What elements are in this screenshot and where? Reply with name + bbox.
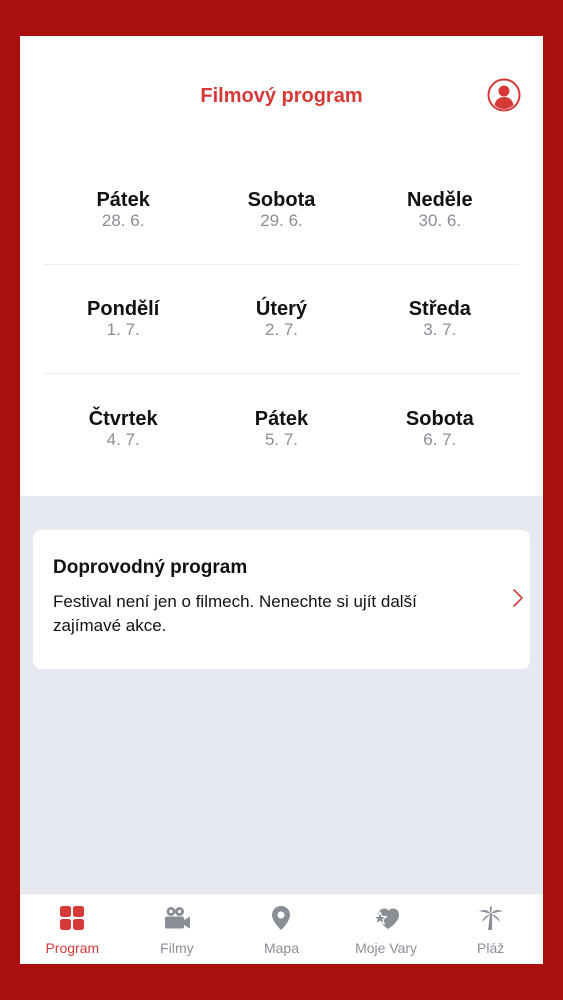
day-cell[interactable]: Čtvrtek 4. 7. — [44, 374, 202, 483]
user-icon — [487, 78, 521, 112]
profile-button[interactable] — [487, 78, 521, 112]
day-date: 2. 7. — [264, 320, 299, 339]
day-cell[interactable]: Neděle 30. 6. — [361, 156, 519, 264]
day-grid: Pátek 28. 6. Sobota 29. 6. Neděle 30. 6.… — [20, 156, 543, 496]
app-screen: Filmový program Pátek 28. 6. Sobota 29. … — [20, 36, 543, 964]
day-name: Středa — [408, 298, 471, 320]
card-title: Doprovodný program — [53, 557, 248, 578]
day-name: Pondělí — [87, 298, 160, 320]
day-date: 30. 6. — [418, 211, 462, 230]
tab-filmy[interactable]: Filmy — [125, 894, 230, 964]
day-date: 5. 7. — [264, 429, 299, 449]
heart-star-icon — [372, 908, 400, 929]
day-date: 1. 7. — [106, 320, 140, 339]
day-row: Čtvrtek 4. 7. Pátek 5. 7. Sobota 6. 7. — [44, 374, 519, 483]
day-cell[interactable]: Sobota 6. 7. — [361, 374, 519, 483]
header: Filmový program — [20, 36, 543, 156]
day-cell[interactable]: Pátek 5. 7. — [202, 374, 360, 483]
companion-program-card[interactable]: Doprovodný program Festival není jen o f… — [33, 530, 530, 669]
palm-tree-icon — [478, 905, 503, 930]
page-title: Filmový program — [200, 85, 363, 107]
day-name: Pátek — [96, 189, 150, 211]
tab-mapa[interactable]: Mapa — [229, 894, 334, 964]
tab-label: Pláž — [477, 940, 505, 956]
chevron-right-icon — [513, 589, 523, 607]
tab-plaz[interactable]: Pláž — [438, 894, 543, 964]
day-name: Úterý — [255, 298, 308, 320]
day-name: Sobota — [247, 189, 316, 211]
day-name: Neděle — [407, 189, 473, 211]
day-cell[interactable]: Středa 3. 7. — [361, 265, 519, 373]
tab-label: Moje Vary — [355, 940, 418, 956]
tab-label: Mapa — [263, 940, 299, 956]
tab-label: Program — [45, 940, 100, 956]
day-row: Pátek 28. 6. Sobota 29. 6. Neděle 30. 6. — [44, 156, 519, 265]
tab-label: Filmy — [160, 940, 194, 956]
day-row: Pondělí 1. 7. Úterý 2. 7. Středa 3. 7. — [44, 265, 519, 374]
day-name: Čtvrtek — [88, 407, 158, 430]
day-cell[interactable]: Úterý 2. 7. — [202, 265, 360, 373]
day-name: Pátek — [254, 407, 309, 430]
day-name: Sobota — [405, 407, 474, 430]
day-cell[interactable]: Pátek 28. 6. — [44, 156, 202, 264]
day-date: 3. 7. — [423, 320, 457, 339]
tab-moje-vary[interactable]: Moje Vary — [334, 894, 439, 964]
map-pin-icon — [272, 906, 291, 930]
day-date: 29. 6. — [260, 211, 303, 230]
tab-program[interactable]: Program — [20, 894, 125, 964]
grid-icon — [60, 906, 85, 930]
day-cell[interactable]: Sobota 29. 6. — [202, 156, 360, 264]
video-camera-icon — [164, 907, 190, 929]
day-date: 4. 7. — [106, 429, 140, 449]
day-date: 28. 6. — [101, 211, 145, 230]
day-cell[interactable]: Pondělí 1. 7. — [44, 265, 202, 373]
card-description: Festival není jen o filmech. Nenechte si… — [53, 592, 417, 635]
tab-bar: Program Filmy Mapa Moje Vary Pláž — [20, 893, 543, 964]
day-date: 6. 7. — [423, 429, 457, 449]
